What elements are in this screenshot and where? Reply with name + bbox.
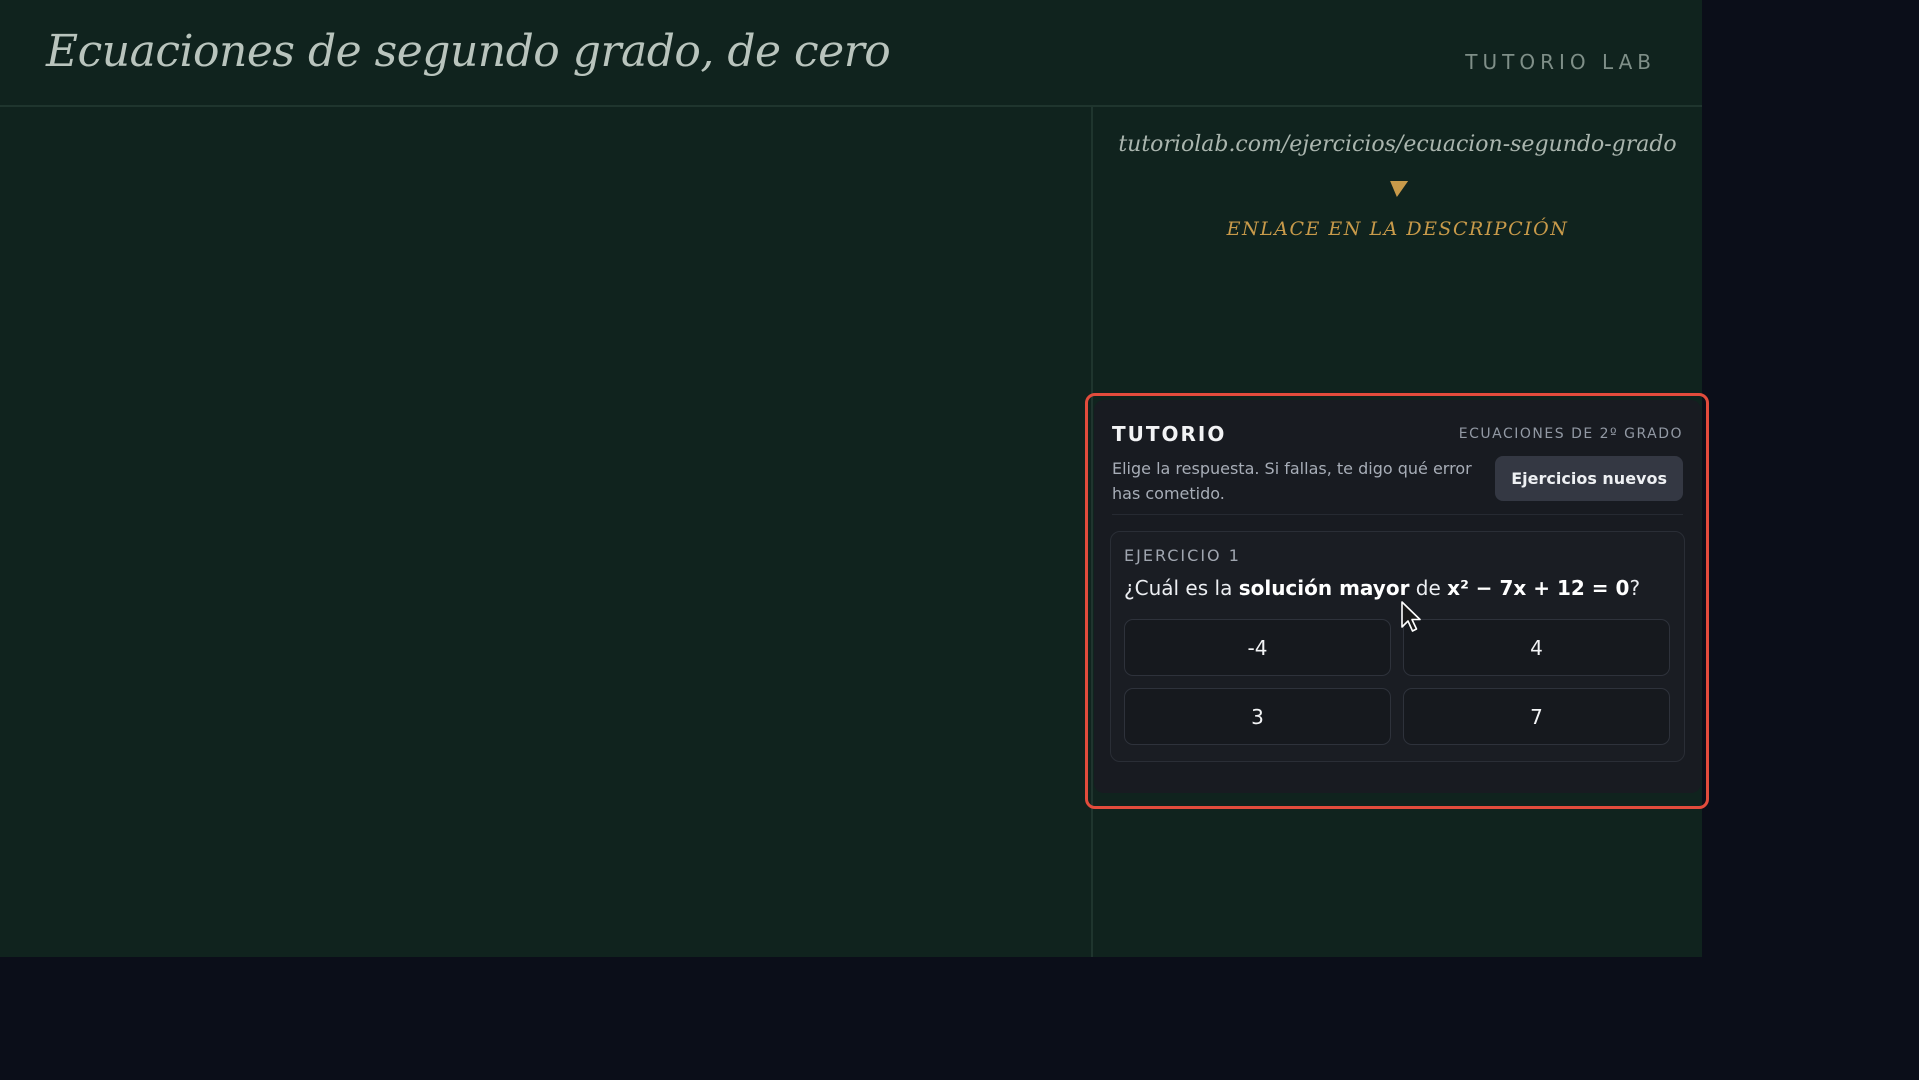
promo-cta: ENLACE EN LA DESCRIPCIÓN <box>1226 218 1569 240</box>
page-title: Ecuaciones de segundo grado, de cero <box>46 26 891 77</box>
promo-url: tutoriolab.com/ejercicios/ecuacion-segun… <box>1118 132 1677 157</box>
mouse-pointer-icon <box>1401 601 1421 632</box>
header-bar: Ecuaciones de segundo grado, de cero TUT… <box>0 0 1702 107</box>
brand-logo-text: TUTORIO LAB <box>1465 50 1656 74</box>
highlight-frame <box>1085 393 1709 809</box>
arrow-down-icon <box>1387 181 1409 197</box>
